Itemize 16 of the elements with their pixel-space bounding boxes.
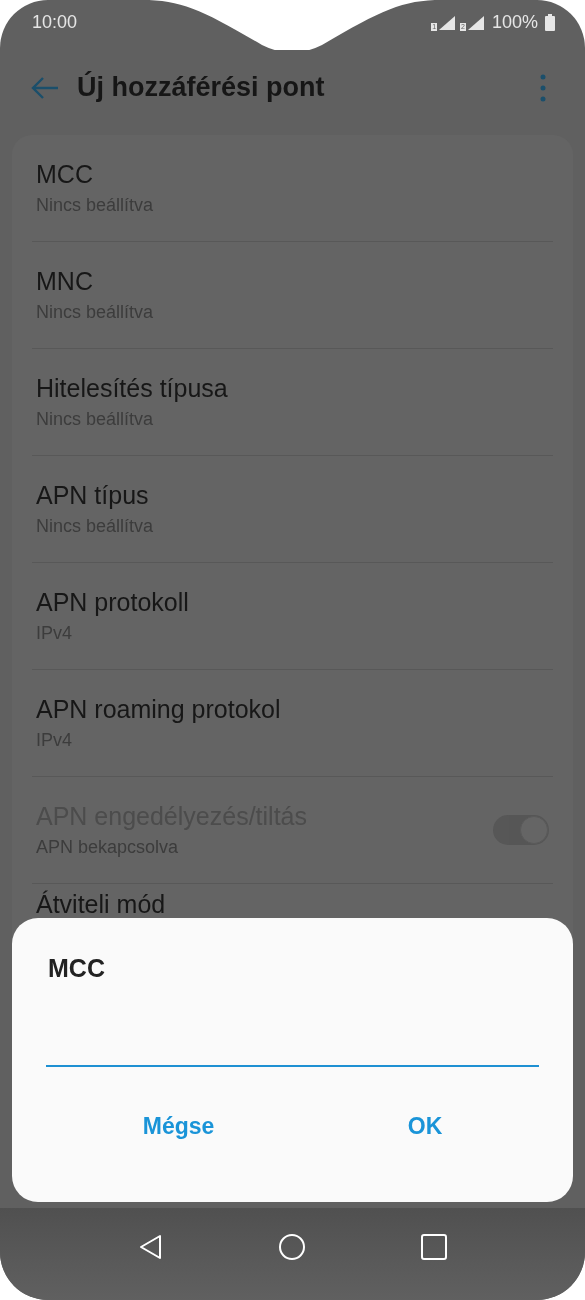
setting-title: MNC [36, 267, 94, 296]
setting-title: APN roaming protokol [36, 695, 282, 724]
recents-icon[interactable] [419, 1232, 450, 1262]
dialog-button[interactable]: Mégse [130, 1107, 227, 1146]
setting-title: Átviteli mód [36, 890, 167, 919]
battery-level: 100% [491, 12, 538, 33]
screen-title: Új hozzáférési pont [77, 72, 326, 103]
dialog-title: MCC [48, 954, 106, 983]
setting-title: APN protokoll [36, 588, 190, 617]
dialog-button[interactable]: OK [395, 1107, 455, 1146]
home-icon[interactable] [277, 1232, 308, 1262]
battery-icon [545, 14, 555, 31]
setting-title: APN típus [36, 481, 150, 510]
status-time: 10:00 [32, 12, 78, 33]
setting-title: Hitelesítés típusa [36, 374, 229, 403]
setting-title: MCC [36, 160, 94, 189]
